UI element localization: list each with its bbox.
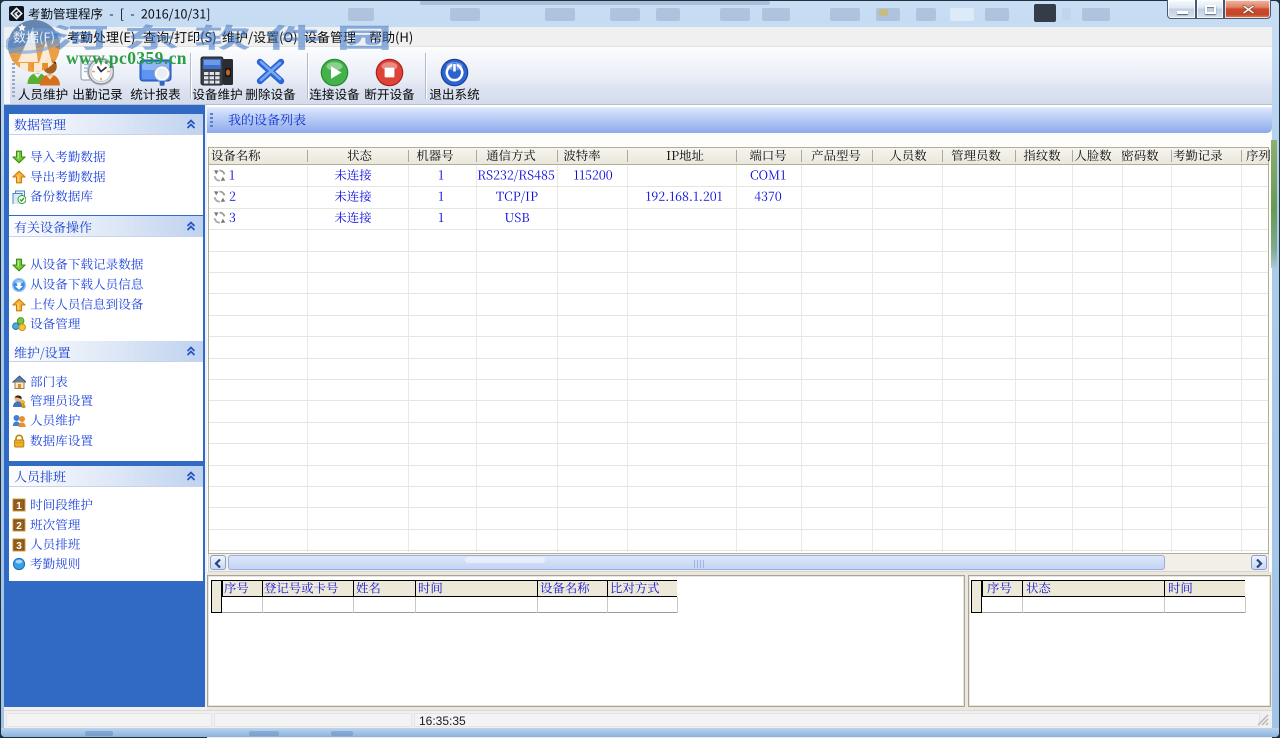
svg-text:2: 2 bbox=[16, 521, 22, 532]
svg-text:3: 3 bbox=[16, 541, 22, 552]
svg-text:1: 1 bbox=[16, 501, 22, 512]
